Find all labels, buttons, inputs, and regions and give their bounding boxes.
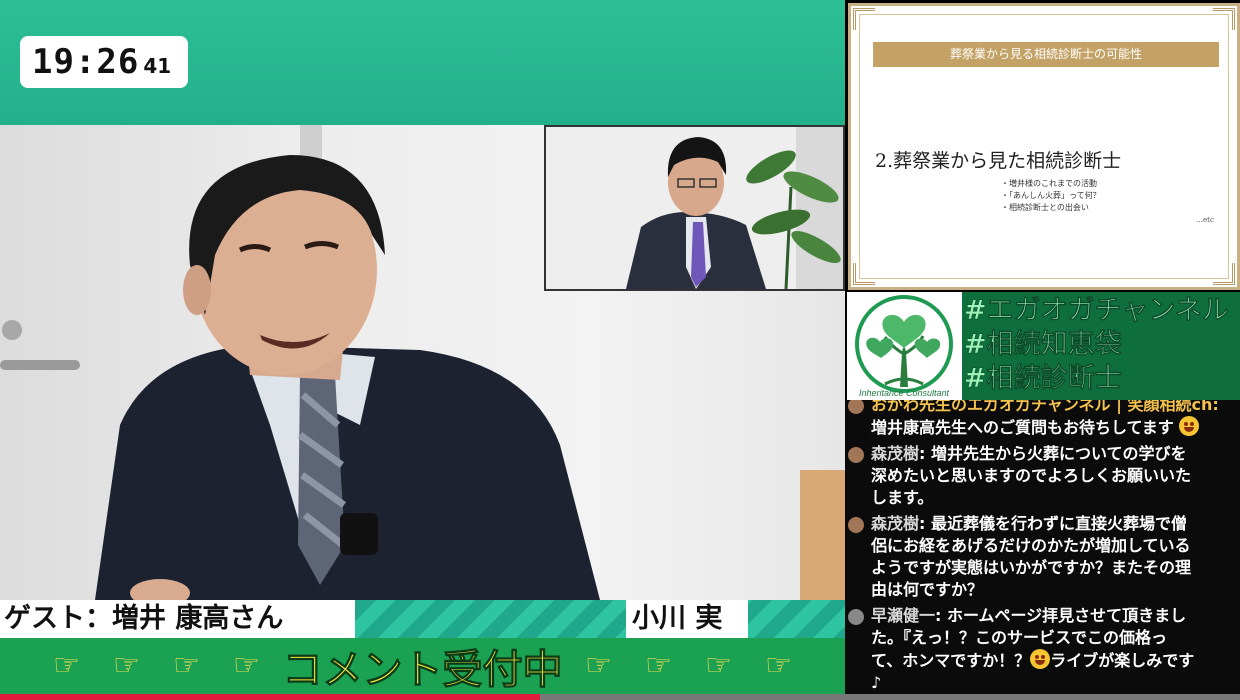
slide-bullet-list: ・増井様のこれまでの活動 ・「あんしん火葬」って何？ ・相続診断士との出会い — [1001, 178, 1101, 214]
pointing-hand-icon: ☞ — [233, 648, 260, 683]
inheritance-consultant-logo: Inheritance Consultant — [847, 292, 962, 400]
comment-banner-label: コメント受付中 — [282, 647, 563, 694]
live-clock: 19:26 41 — [20, 36, 188, 88]
clock-seconds: 41 — [143, 54, 172, 78]
hashtag: #相続知恵袋 — [964, 329, 1122, 361]
chat-text: 増井康高先生へのご質問もお待ちしてます — [871, 416, 1240, 439]
pointing-hand-icon: ☞ — [705, 648, 732, 683]
hashtag: #相続診断士 — [964, 363, 1122, 395]
chat-author: 早瀬健一 — [871, 606, 936, 625]
user-avatar-icon — [848, 400, 864, 414]
slide-bullet: ・増井様のこれまでの活動 — [1001, 179, 1097, 188]
slide-corner-ornament — [1213, 263, 1235, 285]
user-avatar-icon — [848, 517, 864, 533]
pointing-hand-icon: ☞ — [173, 648, 200, 683]
pointing-hands-left: ☞ ☞ ☞ ☞ — [37, 638, 277, 694]
clock-hours-minutes: 19:26 — [32, 42, 140, 82]
slide-bullet: ・「あんしん火葬」って何？ — [1001, 191, 1101, 200]
hashtag-panel: #エガオガチャンネル #相続知恵袋 #相続診断士 — [962, 292, 1240, 400]
star-struck-emoji-icon — [1179, 416, 1200, 436]
user-avatar-icon — [848, 609, 864, 625]
chat-author: おがわ先生のエガオガチャンネル | 笑顔相続ch: — [871, 400, 1219, 414]
host-video — [546, 127, 843, 289]
slide-corner-ornament — [1213, 8, 1235, 30]
pointing-hand-icon: ☞ — [645, 648, 672, 683]
comment-banner: ☞ ☞ ☞ ☞ コメント受付中 ☞ ☞ ☞ ☞ — [0, 638, 845, 694]
chat-text: 森茂樹: 増井先生から火葬についての学びを 深めたいと思いますのでよろしくお願い… — [871, 444, 1192, 507]
host-name-label: 小川 実 — [626, 600, 748, 638]
slide-bullet: ・相続診断士との出会い — [1001, 203, 1089, 212]
progress-strip-remaining — [540, 694, 1240, 700]
chat-text: 早瀬健一: ホームページ拝見させて頂きまし た。『えっ！？このサービスでこの価格… — [871, 606, 1195, 692]
pointing-hand-icon: ☞ — [765, 648, 792, 683]
chat-message: 早瀬健一: ホームページ拝見させて頂きまし た。『えっ！？このサービスでこの価格… — [845, 605, 1240, 694]
chat-message: 森茂樹: 最近葬儀を行わずに直接火葬場で僧 侶にお経をあげるだけのかたが増加して… — [845, 513, 1240, 601]
grinning-emoji-icon — [1030, 649, 1051, 669]
slide-corner-ornament — [853, 8, 875, 30]
chat-message: 森茂樹: 増井先生から火葬についての学びを 深めたいと思いますのでよろしくお願い… — [845, 443, 1240, 509]
main-video-feed: 19:26 41 — [0, 0, 845, 700]
slide-header: 葬祭業から見る相続診断士の可能性 — [873, 42, 1219, 67]
pointing-hand-icon: ☞ — [585, 648, 612, 683]
slide-corner-ornament — [853, 263, 875, 285]
hashtag: #エガオガチャンネル — [964, 295, 1229, 327]
logo-text: Inheritance Consultant — [859, 388, 950, 398]
chat-author: 森茂樹 — [871, 444, 920, 463]
chat-message: おがわ先生のエガオガチャンネル | 笑顔相続ch: 増井康高先生へのご質問もお待… — [845, 400, 1240, 439]
tree-heart-logo-icon: Inheritance Consultant — [855, 295, 953, 398]
host-camera-pip — [544, 125, 845, 291]
user-avatar-icon — [848, 447, 864, 463]
chat-author: 森茂樹 — [871, 514, 920, 533]
presentation-slide: 葬祭業から見る相続診断士の可能性 2.葬祭業から見た相続診断士 ・増井様のこれま… — [848, 3, 1240, 290]
chat-text: 森茂樹: 最近葬儀を行わずに直接火葬場で僧 侶にお経をあげるだけのかたが増加して… — [871, 514, 1192, 599]
live-chat-panel[interactable]: おがわ先生のエガオガチャンネル | 笑顔相続ch: 増井康高先生へのご質問もお待… — [845, 400, 1240, 694]
pointing-hands-right: ☞ ☞ ☞ ☞ — [569, 638, 809, 694]
slide-etc: …etc — [1196, 216, 1214, 224]
pointing-hand-icon: ☞ — [113, 648, 140, 683]
guest-name-label: ゲスト：増井 康高さん — [0, 600, 355, 638]
pointing-hand-icon: ☞ — [53, 648, 80, 683]
slide-title: 2.葬祭業から見た相続診断士 — [875, 150, 1122, 172]
